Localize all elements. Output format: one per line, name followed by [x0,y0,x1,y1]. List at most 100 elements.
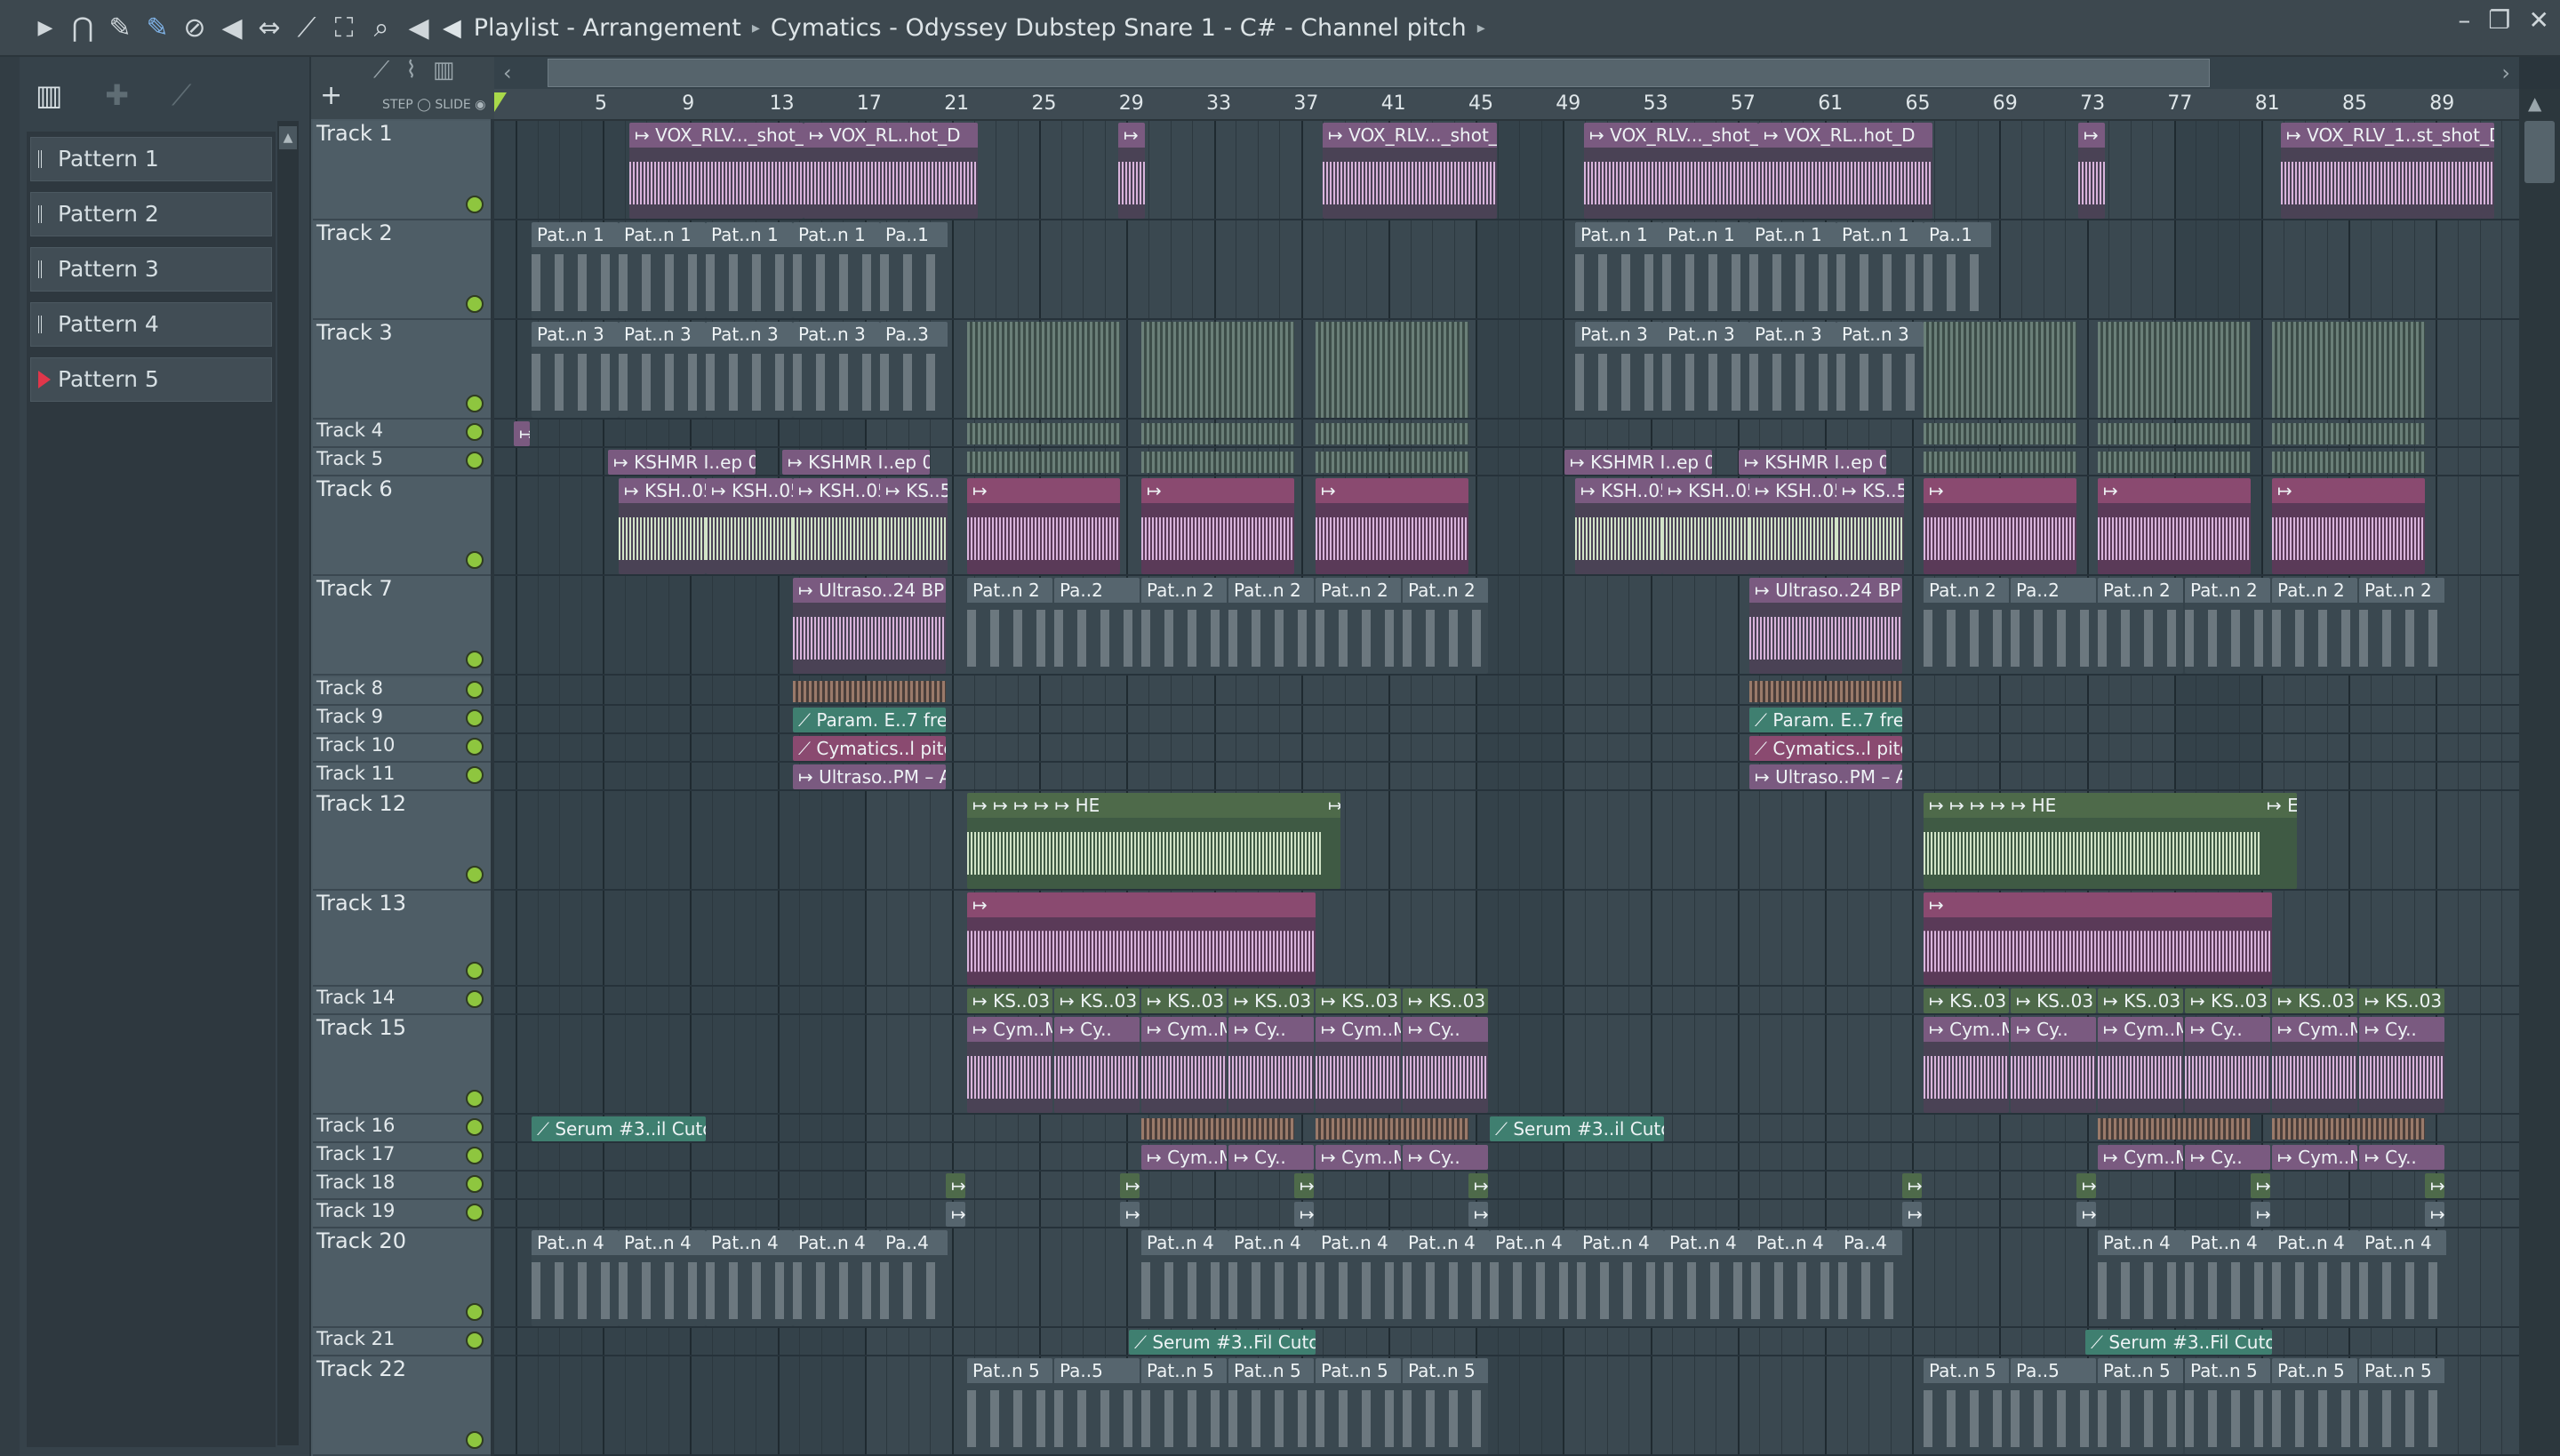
playhead-icon[interactable] [494,92,507,112]
track-header[interactable]: Track 9 [313,706,491,734]
track-enable-icon[interactable] [466,1332,484,1349]
playlist-clip[interactable]: Pat..n 2 [1316,578,1401,674]
playlist-clip[interactable]: ↦ KS..03 [1228,988,1314,1013]
playlist-clip[interactable]: Pat..n 5 [1924,1358,2009,1454]
track-header[interactable]: Track 11 [313,763,491,791]
playlist-clip[interactable]: ↦ Ultraso..24 BPM [793,578,946,674]
track-header[interactable]: Track 21 [313,1328,491,1356]
mute-icon[interactable]: ◀ [213,6,251,49]
scrollbar-thumb[interactable] [2524,121,2555,183]
playlist-clip[interactable]: ↦ Cym..M [2098,1145,2183,1170]
track-enable-icon[interactable] [466,1431,484,1449]
playlist-clip[interactable]: ↦ [2251,1202,2270,1227]
playlist-clip[interactable]: ↦ KS..03 [1316,988,1401,1013]
playlist-clip[interactable]: ↦ KS..03 [2011,988,2096,1013]
playlist-clip[interactable]: Pat..n 4 [1228,1230,1316,1326]
playlist-clip[interactable]: ↦ KSH..05 [1662,478,1749,574]
playlist-clip[interactable]: ↦ KSH..05 [706,478,793,574]
playlist-clip[interactable]: Pat..n 4 [2185,1230,2272,1326]
track-header[interactable]: Track 2 [313,220,491,320]
track-enable-icon[interactable] [466,1090,484,1108]
playlist-clip[interactable]: ↦ KS..5 [1836,478,1904,574]
play-arrow-icon[interactable]: ▶ [27,6,64,49]
playlist-clip[interactable]: ↦ [1924,478,2076,574]
automation-tool-icon[interactable]: ⟋ [373,57,389,84]
track-enable-icon[interactable] [466,452,484,469]
track-enable-icon[interactable] [466,1175,484,1193]
zoom-icon[interactable]: ⌕ [363,6,400,49]
playlist-clip[interactable]: ↦ E..b [2261,793,2297,889]
playlist-clip[interactable]: Pat..n 4 [1751,1230,1838,1326]
playlist-clip[interactable]: ↦ Cym..M [1924,1017,2009,1113]
playlist-clip[interactable]: Pat..n 1 [1662,222,1749,318]
playlist-clip[interactable]: ↦ [2272,478,2425,574]
playlist-clip[interactable]: ↦ KSHMR I..ep 05 [782,450,930,475]
playlist-clip[interactable]: ↦ [1902,1173,1922,1198]
playlist-clip[interactable]: Pa..2 [1054,578,1140,674]
track-header[interactable]: Track 8 [313,677,491,706]
playlist-clip[interactable]: ↦ [1141,478,1294,574]
audio-clip[interactable] [1316,322,1468,418]
playlist-clip[interactable]: ↦ KS..03 [1924,988,2009,1013]
track-enable-icon[interactable] [466,1204,484,1221]
playlist-clip[interactable]: ↦ [946,1173,965,1198]
track-header[interactable]: Track 4 [313,420,491,448]
playlist-clip[interactable]: Pat..n 4 [2098,1230,2185,1326]
automation-icon[interactable]: ⟋ [172,78,191,113]
playlist-clip[interactable]: Pat..n 3 [532,322,619,418]
playlist-clip[interactable]: Pat..n 4 [532,1230,619,1326]
playlist-clip[interactable]: ⟋ Param. E..7 freq [1749,708,1902,732]
playlist-clip[interactable]: Pat..n 1 [1749,222,1836,318]
playlist-clip[interactable]: Pat..n 2 [1141,578,1227,674]
playlist-clip[interactable]: ⟋ Param. E..7 freq [793,708,946,732]
audio-clip[interactable] [1141,423,1294,444]
audio-clip[interactable] [1924,322,2076,418]
audio-clip[interactable] [2272,322,2425,418]
track-enable-icon[interactable] [466,395,484,412]
playlist-clip[interactable]: ↦ Cy.. [1403,1017,1488,1113]
playlist-clip[interactable]: ↦ [967,892,1316,985]
playlist-clip[interactable]: ↦ [1924,892,2272,985]
vertical-scrollbar[interactable]: ▲ [2519,89,2560,1456]
playlist-clip[interactable]: Pat..n 4 [2359,1230,2446,1326]
track-enable-icon[interactable] [466,709,484,727]
playlist-clip[interactable]: ⟋ Cymatics..l pitch [1749,736,1902,761]
playlist-clip[interactable]: Pat..n 5 [2359,1358,2444,1454]
playlist-clip[interactable]: Pat..n 4 [1577,1230,1664,1326]
track-header[interactable]: Track 19 [313,1200,491,1228]
pattern-item-2[interactable]: Pattern 2 [30,192,272,236]
playlist-clip[interactable]: ⟋ Serum #3..Fil Cutoff [2085,1330,2272,1355]
playlist-clip[interactable]: ↦ [1468,1173,1488,1198]
arrangement-overview[interactable]: ‹ › [494,57,2519,89]
playlist-clip[interactable]: ↦ [514,421,530,446]
playlist-clip[interactable]: Pat..n 5 [967,1358,1052,1454]
audio-clip[interactable] [1316,1118,1468,1140]
audio-clip[interactable] [2272,452,2425,473]
track-header[interactable]: Track 1 [313,121,491,220]
audio-clip-icon[interactable]: ✚ [105,78,129,113]
playlist-clip[interactable]: Pat..n 2 [2359,578,2444,674]
playlist-clip[interactable]: Pat..n 3 [706,322,793,418]
playlist-clip[interactable]: ↦ Cy.. [2359,1017,2444,1113]
playlist-clip[interactable]: ↦ [1902,1202,1922,1227]
playback-icon[interactable]: ◀ [400,6,437,49]
playlist-clip[interactable]: Pat..n 3 [1662,322,1749,418]
playlist-clip[interactable]: Pat..n 3 [793,322,880,418]
maximize-icon[interactable]: ❐ [2488,5,2510,35]
panel-edge[interactable] [0,57,20,1456]
track-header[interactable]: Track 6 [313,476,491,576]
slide-toggle-icon[interactable]: ◉ [475,98,485,112]
scroll-up-icon[interactable]: ▲ [279,126,297,149]
playlist-clip[interactable]: ↦ VOX_RLV..._shot_D [1323,123,1497,219]
magnet-icon[interactable]: ⋂ [64,6,101,49]
pencil-icon[interactable]: ✎ [101,6,139,49]
playlist-clip[interactable]: ↦ [2076,1202,2096,1227]
playlist-clip[interactable]: Pat..n 4 [1490,1230,1577,1326]
playlist-clip[interactable]: Pa..1 [880,222,948,318]
playlist-clip[interactable]: ↦ KS..03 [2185,988,2270,1013]
playlist-clip[interactable]: ⟋ Serum #3..il Cutoff [532,1116,706,1141]
add-track-icon[interactable]: + [320,80,342,111]
slip-icon[interactable]: ⇔ [251,6,288,49]
audio-clip[interactable] [1316,423,1468,444]
playlist-clip[interactable]: ↦ VOX_RL..hot_D [804,123,978,219]
